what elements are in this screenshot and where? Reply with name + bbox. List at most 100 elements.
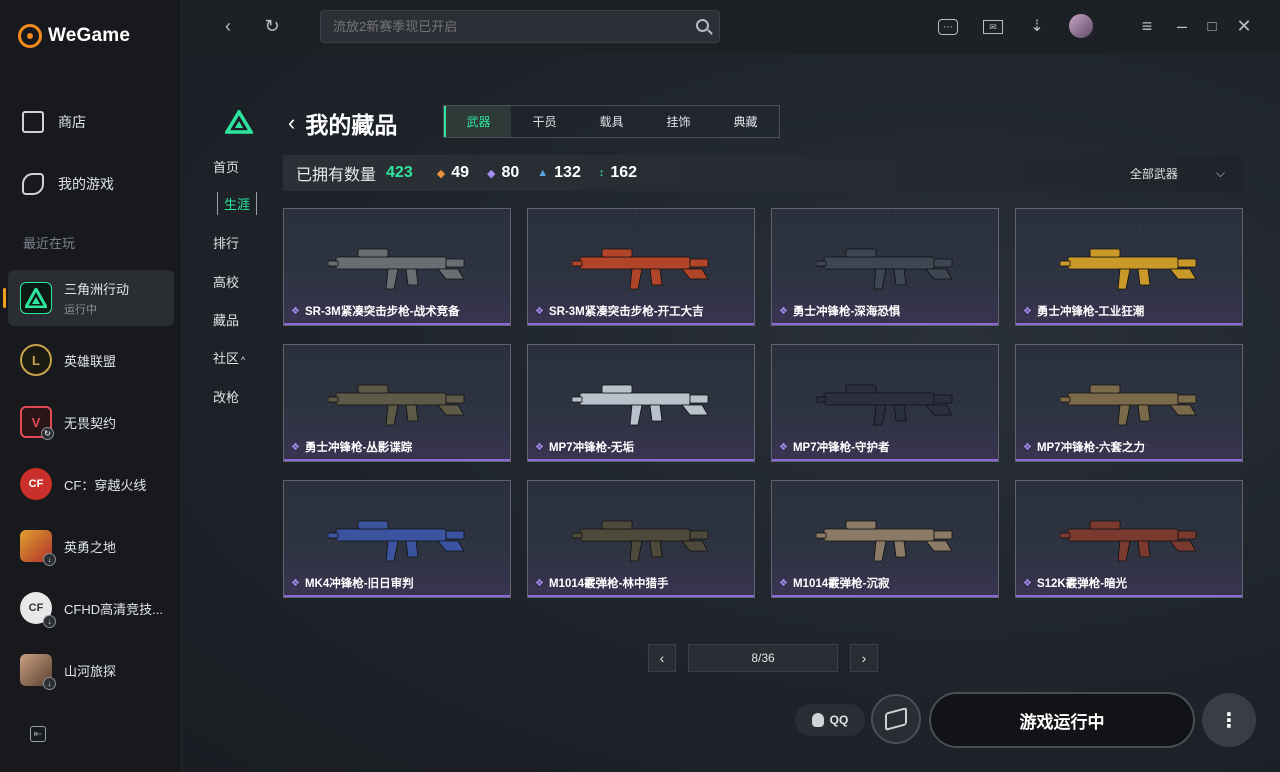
weapon-image — [328, 384, 465, 426]
weapon-card[interactable]: ❖ 勇士冲锋枪-深海恐惧 — [771, 208, 999, 326]
tab-archive[interactable]: 典藏 — [712, 106, 779, 137]
weapon-card[interactable]: ❖ SR-3M紧凑突击步枪-战术竞备 — [283, 208, 511, 326]
yingyong-icon: ↓ — [20, 530, 56, 566]
game-item-shanhe[interactable]: ↓ 山河旅探 — [8, 642, 174, 698]
tab-charms[interactable]: 挂饰 — [645, 106, 712, 137]
weapon-label: ❖ 勇士冲锋枪-工业狂潮 — [1023, 303, 1144, 319]
download-badge-icon: ↓ — [43, 677, 56, 690]
rarity-diamond-icon: ❖ — [779, 441, 788, 453]
crossfire-icon: CF — [20, 468, 52, 500]
rarity-diamond-icon: ❖ — [1023, 305, 1032, 317]
weapon-card[interactable]: ❖ MK4冲锋枪-旧日审判 — [283, 480, 511, 598]
search-input[interactable] — [333, 19, 683, 34]
game-running-button[interactable]: 游戏运行中 — [929, 692, 1195, 748]
sidebar-item-my-games[interactable]: 我的游戏 — [22, 173, 114, 195]
weapon-image — [572, 248, 709, 290]
game-item-cfhd[interactable]: CF ↓ CFHD高清竞技... — [8, 580, 174, 636]
shanhe-icon: ↓ — [20, 654, 56, 690]
weapon-image — [1060, 384, 1197, 426]
weapon-name: 勇士冲锋枪-丛影谍踪 — [304, 442, 413, 454]
weapon-image — [1060, 248, 1197, 290]
diamond-gold-icon: ◆ — [436, 167, 446, 180]
owned-count-value: 423 — [386, 164, 413, 181]
tab-vehicles[interactable]: 载具 — [578, 106, 645, 137]
rarity-diamond-icon: ❖ — [291, 305, 300, 317]
cfhd-icon: CF ↓ — [20, 592, 56, 628]
subnav-gunsmith[interactable]: 改枪 — [213, 387, 239, 406]
weapon-card[interactable]: ❖ SR-3M紧凑突击步枪-开工大吉 — [527, 208, 755, 326]
search-box[interactable] — [320, 10, 720, 43]
avatar[interactable] — [1069, 14, 1093, 38]
back-arrow-icon[interactable]: ‹ — [217, 15, 239, 37]
prev-page-button[interactable]: ‹ — [648, 644, 676, 672]
weapon-name: 勇士冲锋枪-工业狂潮 — [1036, 306, 1145, 318]
qq-button[interactable]: QQ — [795, 704, 865, 736]
collection-stats-bar: 已拥有数量 423 ◆ 49 ◆ 80 ▲ 132 ↕ 162 全部武器 ⌵ — [283, 155, 1243, 191]
wegame-logo[interactable]: WeGame — [18, 24, 130, 48]
game-status: 运行中 — [64, 304, 97, 316]
rarity-value: 162 — [610, 164, 638, 181]
weapon-card[interactable]: ❖ M1014霰弹枪-沉寂 — [771, 480, 999, 598]
game-item-yingyong[interactable]: ↓ 英勇之地 — [8, 518, 174, 574]
search-icon[interactable] — [696, 19, 709, 32]
subnav-career[interactable]: 生涯 — [217, 192, 258, 215]
weapon-label: ❖ SR-3M紧凑突击步枪-开工大吉 — [535, 303, 704, 319]
refresh-icon[interactable]: ↻ — [261, 15, 283, 37]
chevron-blue-icon: ▲ — [537, 167, 549, 179]
weapon-label: ❖ MP7冲锋枪-六套之力 — [1023, 439, 1145, 455]
weapon-label: ❖ 勇士冲锋枪-丛影谍踪 — [291, 439, 412, 455]
collection-tabs: 武器 干员 载具 挂饰 典藏 — [443, 105, 780, 138]
maximize-icon[interactable]: □ — [1201, 15, 1223, 37]
next-page-button[interactable]: › — [850, 644, 878, 672]
weapon-card[interactable]: ❖ S12K霰弹枪-暗光 — [1015, 480, 1243, 598]
update-badge-icon: ↻ — [41, 427, 54, 440]
tab-operators[interactable]: 干员 — [511, 106, 578, 137]
weapon-label: ❖ 勇士冲锋枪-深海恐惧 — [779, 303, 900, 319]
game-name: CF：穿越火线 — [64, 477, 147, 493]
mail-icon[interactable]: ✉ — [983, 20, 1003, 34]
game-item-crossfire[interactable]: CF CF：穿越火线 — [8, 456, 174, 512]
subnav-home[interactable]: 首页 — [213, 157, 239, 176]
weapon-card[interactable]: ❖ 勇士冲锋枪-丛影谍踪 — [283, 344, 511, 462]
weapon-card[interactable]: ❖ MP7冲锋枪-无垢 — [527, 344, 755, 462]
rarity-diamond-icon: ❖ — [779, 577, 788, 589]
weapon-label: ❖ MP7冲锋枪-守护者 — [779, 439, 889, 455]
weapon-card[interactable]: ❖ MP7冲锋枪-六套之力 — [1015, 344, 1243, 462]
weapon-card[interactable]: ❖ M1014霰弹枪-林中猎手 — [527, 480, 755, 598]
back-chevron-icon[interactable]: ‹ — [288, 110, 295, 136]
weapon-label: ❖ MP7冲锋枪-无垢 — [535, 439, 634, 455]
subnav-college[interactable]: 高校 — [213, 272, 239, 291]
more-options-icon[interactable]: ⋮ — [1202, 693, 1256, 747]
game-item-valorant[interactable]: V ↻ 无畏契约 — [8, 394, 174, 450]
close-icon[interactable]: ✕ — [1233, 15, 1255, 37]
chevron-down-icon: ⌵ — [1215, 166, 1225, 180]
filter-label: 全部武器 — [1129, 167, 1178, 181]
store-bag-icon — [22, 111, 44, 133]
subnav-collection[interactable]: 藏品 — [213, 310, 239, 329]
weapon-image — [328, 520, 465, 562]
subnav-ranking[interactable]: 排行 — [213, 233, 239, 252]
rarity-diamond-icon: ❖ — [1023, 577, 1032, 589]
minimize-icon[interactable]: – — [1171, 15, 1193, 37]
weapon-filter-dropdown[interactable]: 全部武器 ⌵ — [1130, 165, 1225, 182]
game-item-lol[interactable]: L 英雄联盟 — [8, 332, 174, 388]
layers-button[interactable] — [871, 694, 921, 744]
sidebar-item-store[interactable]: 商店 — [22, 111, 86, 133]
tab-weapons[interactable]: 武器 — [444, 106, 511, 137]
rarity-diamond-icon: ❖ — [535, 305, 544, 317]
chat-icon[interactable]: ⋯ — [938, 19, 958, 35]
game-name: 英雄联盟 — [64, 353, 117, 369]
game-item-delta-force[interactable]: 三角洲行动 运行中 — [3, 270, 174, 326]
pagination: ‹ 8/36 › — [648, 644, 878, 672]
weapon-card[interactable]: ❖ MP7冲锋枪-守护者 — [771, 344, 999, 462]
sidebar-item-label: 我的游戏 — [58, 176, 114, 192]
subnav-community-label: 社区 — [213, 351, 240, 366]
collapse-sidebar-icon[interactable]: ⇤ — [30, 726, 46, 742]
game-name: CFHD高清竞技... — [64, 601, 163, 617]
weapon-card[interactable]: ❖ 勇士冲锋枪-工业狂潮 — [1015, 208, 1243, 326]
weapon-label: ❖ S12K霰弹枪-暗光 — [1023, 575, 1127, 591]
download-manager-icon[interactable]: ⇣ — [1026, 15, 1048, 37]
menu-icon[interactable]: ≡ — [1136, 15, 1158, 37]
subnav-community[interactable]: 社区 ^ — [213, 348, 245, 367]
arrow-green-icon: ↕ — [598, 167, 605, 179]
